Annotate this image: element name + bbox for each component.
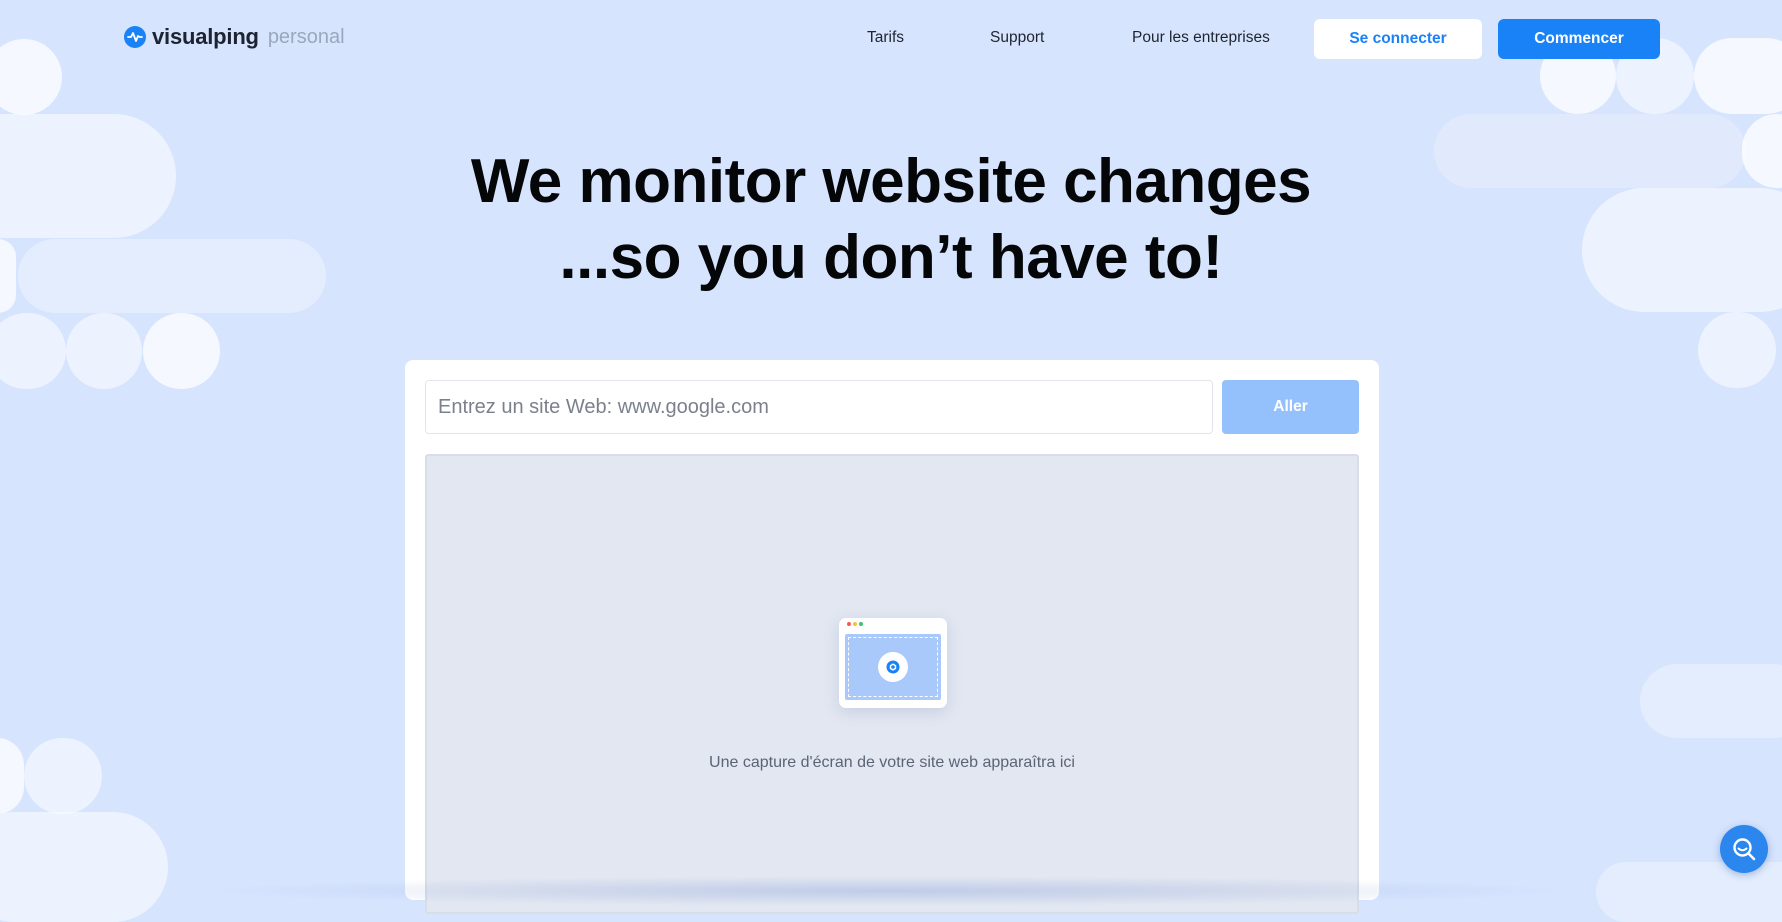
camera-icon xyxy=(878,652,908,682)
window-dot-red xyxy=(847,622,851,626)
login-button[interactable]: Se connecter xyxy=(1314,19,1482,59)
nav-link-tarifs[interactable]: Tarifs xyxy=(867,29,904,47)
hero-title-line1: We monitor website changes xyxy=(470,147,1312,216)
bg-blob xyxy=(1640,664,1782,738)
start-button[interactable]: Commencer xyxy=(1498,19,1660,59)
preview-placeholder-text: Une capture d'écran de votre site web ap… xyxy=(709,754,1075,771)
search-chat-icon[interactable] xyxy=(1720,825,1768,873)
screenshot-preview-area: Une capture d'écran de votre site web ap… xyxy=(425,454,1359,914)
hero-title-line2: ...so you don’t have to! xyxy=(559,223,1223,292)
pulse-logo-icon xyxy=(124,26,146,48)
bg-blob xyxy=(66,313,142,389)
bg-blob xyxy=(0,812,168,922)
bottom-shadow xyxy=(200,876,1580,906)
go-button[interactable]: Aller xyxy=(1222,380,1359,434)
window-dot-green xyxy=(859,622,863,626)
monitor-card: Aller Une capture d'écran de votre site … xyxy=(405,360,1379,914)
bg-blob xyxy=(143,313,220,389)
hero-title: We monitor website changes ...so you don… xyxy=(0,144,1782,296)
nav-link-entreprises[interactable]: Pour les entreprises xyxy=(1132,29,1270,47)
site-header: visualping personal Tarifs Support Pour … xyxy=(0,0,1782,78)
bg-blob xyxy=(0,738,24,814)
bg-blob xyxy=(1596,862,1782,922)
bg-blob xyxy=(0,313,66,389)
window-dot-yellow xyxy=(853,622,857,626)
preview-screen xyxy=(845,634,941,700)
brand-suffix: personal xyxy=(267,25,345,48)
brand-logo[interactable]: visualping personal xyxy=(124,24,345,50)
brand-name: visualping xyxy=(152,24,259,49)
browser-camera-icon xyxy=(839,618,947,708)
website-url-input[interactable] xyxy=(425,380,1213,434)
bg-blob xyxy=(24,738,102,814)
bg-blob xyxy=(1698,312,1776,388)
nav-link-support[interactable]: Support xyxy=(990,29,1044,47)
